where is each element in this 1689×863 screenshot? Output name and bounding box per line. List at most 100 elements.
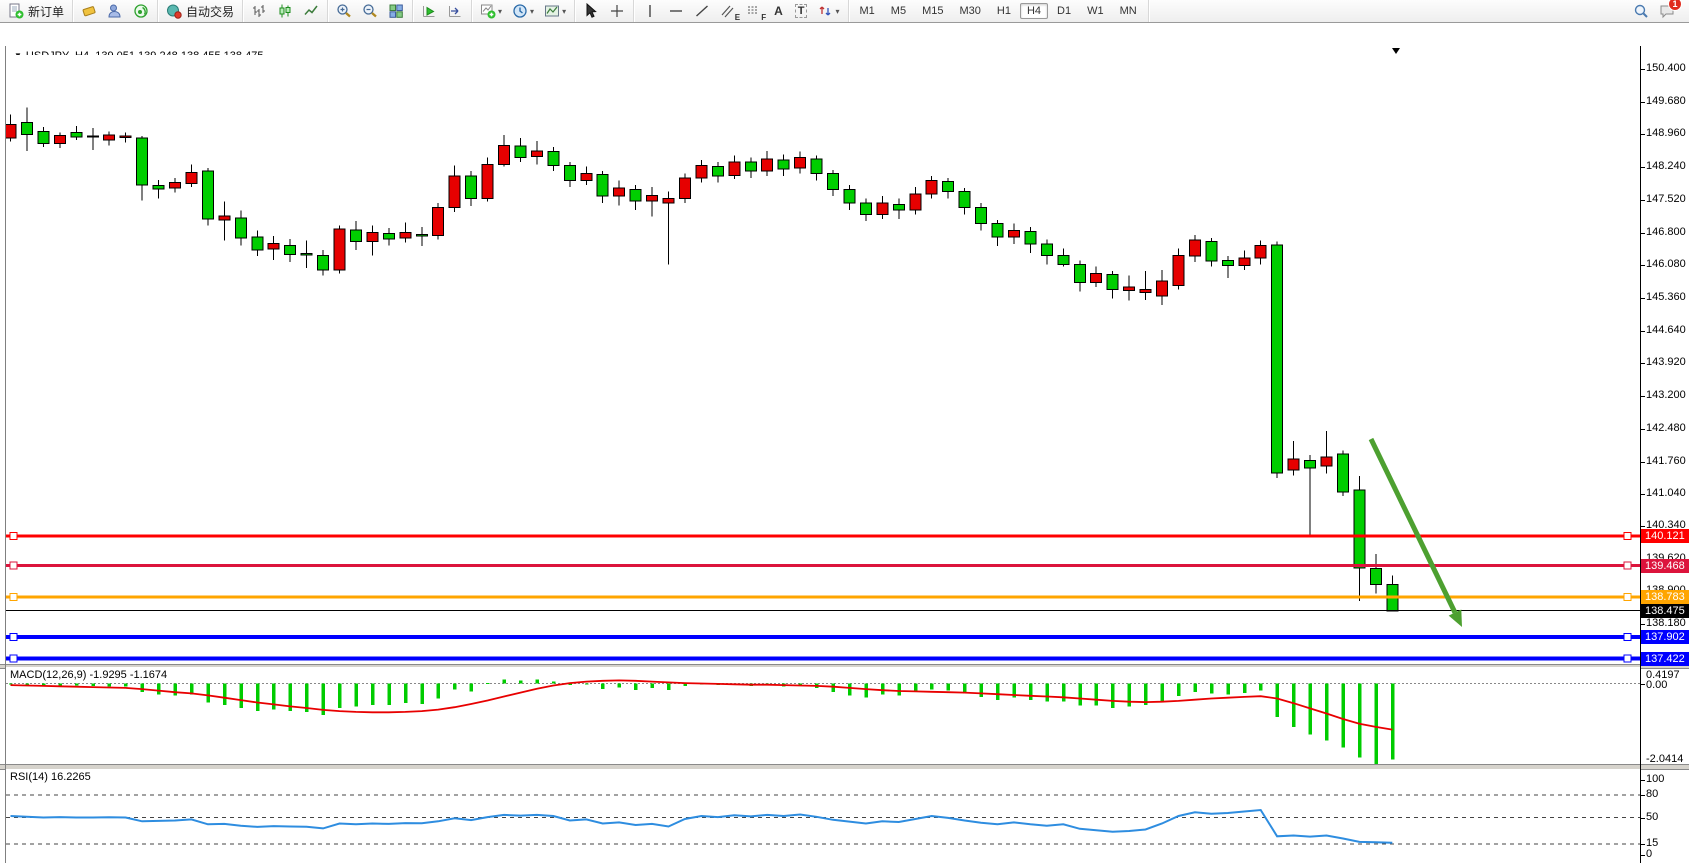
new-order-button-label: 新订单: [28, 3, 64, 20]
cursor-icon: [583, 3, 599, 19]
timeframe-h4[interactable]: H4: [1020, 3, 1048, 19]
price-tick-label: 146.800: [1646, 226, 1686, 238]
price-tick-label: 146.080: [1646, 258, 1686, 270]
indicators-button[interactable]: ▾: [476, 0, 506, 22]
autoscroll-button[interactable]: [417, 0, 441, 22]
price-axis-border: [1640, 46, 1641, 863]
macd-scale-label: -2.0414: [1646, 753, 1683, 765]
label-button[interactable]: T: [791, 0, 812, 22]
zoom-in-icon: [336, 3, 352, 19]
timeframe-m1[interactable]: M1: [853, 3, 882, 19]
hline-icon: [668, 3, 684, 19]
toolbar-group: 自动交易: [158, 0, 243, 22]
timeframe-w1[interactable]: W1: [1080, 3, 1111, 19]
bar-chart-icon: [251, 3, 267, 19]
price-tick-label: 147.520: [1646, 193, 1686, 205]
zoom-out-button[interactable]: [358, 0, 382, 22]
chart-shift-button[interactable]: [443, 0, 467, 22]
timeframe-d1[interactable]: D1: [1050, 3, 1078, 19]
price-tick-label: 150.400: [1646, 62, 1686, 74]
price-tick-label: 149.680: [1646, 95, 1686, 107]
macd-indicator-label: MACD(12,26,9) -1.9295 -1.1674: [10, 669, 167, 681]
autotrading-button[interactable]: 自动交易: [162, 0, 238, 22]
toolbar-right: 1: [1628, 0, 1689, 22]
trendline-icon: [694, 3, 710, 19]
vline-button[interactable]: [638, 0, 662, 22]
ticket-button[interactable]: [77, 0, 101, 22]
price-line-label: 138.783: [1641, 590, 1689, 604]
text-icon: A: [772, 4, 785, 18]
toolbar: 新订单 自动交易 ▾ ▾ ▾ EFAT ▾ M1M5M15M30H1H4D1W1MN 1: [0, 0, 1689, 23]
signal-button[interactable]: [129, 0, 153, 22]
timeframe-m15[interactable]: M15: [915, 3, 950, 19]
chart-shift-icon: [447, 3, 463, 19]
rsi-scale-label: 0: [1646, 848, 1652, 860]
price-tick-label: 148.960: [1646, 127, 1686, 139]
tile-windows-button[interactable]: [384, 0, 408, 22]
notifications-button[interactable]: 1: [1655, 0, 1679, 22]
macd-scale-label: 0.00: [1646, 679, 1667, 691]
indicators-icon: [480, 3, 496, 19]
text-button[interactable]: A: [768, 0, 789, 22]
toolbar-group: ▾ ▾ ▾: [472, 0, 575, 22]
toolbar-group: [575, 0, 634, 22]
zoom-in-button[interactable]: [332, 0, 356, 22]
templates-button[interactable]: ▾: [540, 0, 570, 22]
new-order-icon: [8, 3, 24, 19]
toolbar-group: EFAT ▾: [634, 0, 848, 22]
arrows-icon: [817, 3, 833, 19]
chevron-down-icon: ▾: [498, 7, 502, 16]
crosshair-button[interactable]: [605, 0, 629, 22]
timeframe-h1[interactable]: H1: [990, 3, 1018, 19]
price-tick-label: 143.920: [1646, 356, 1686, 368]
crosshair-icon: [609, 3, 625, 19]
price-tick-label: 142.480: [1646, 422, 1686, 434]
timeframe-mn[interactable]: MN: [1113, 3, 1144, 19]
arrows-button[interactable]: ▾: [813, 0, 843, 22]
chart-window[interactable]: ▼USDJPY-,H4 139.051 139.248 138.455 138.…: [0, 23, 1689, 857]
rsi-pane[interactable]: [6, 769, 1641, 863]
price-tick-label: 148.240: [1646, 160, 1686, 172]
new-order-button[interactable]: 新订单: [4, 0, 68, 22]
profile-icon: [107, 3, 123, 19]
price-line-label: 137.422: [1641, 652, 1689, 666]
price-tick-label: 144.640: [1646, 324, 1686, 336]
channel-icon: [720, 3, 736, 19]
autoscroll-icon: [421, 3, 437, 19]
cursor-button[interactable]: [579, 0, 603, 22]
trendline-button[interactable]: [690, 0, 714, 22]
periods-button[interactable]: ▾: [508, 0, 538, 22]
fibonacci-button[interactable]: F: [742, 0, 766, 22]
rsi-indicator-label: RSI(14) 16.2265: [10, 771, 91, 783]
vline-icon: [642, 3, 658, 19]
chevron-down-icon: ▾: [530, 7, 534, 16]
window-border-left: [5, 46, 6, 863]
candle-chart-button[interactable]: [273, 0, 297, 22]
mt4-window: 新订单 自动交易 ▾ ▾ ▾ EFAT ▾ M1M5M15M30H1H4D1W1MN 1 ▼U…: [0, 0, 1689, 863]
line-chart-button[interactable]: [299, 0, 323, 22]
price-tick-label: 145.360: [1646, 291, 1686, 303]
price-line-label: 138.475: [1641, 604, 1689, 618]
zoom-out-icon: [362, 3, 378, 19]
rsi-scale-label: 50: [1646, 811, 1658, 823]
autotrading-button-label: 自动交易: [186, 3, 234, 20]
price-tick-label: 138.180: [1646, 617, 1686, 629]
timeframe-m5[interactable]: M5: [884, 3, 913, 19]
line-chart-icon: [303, 3, 319, 19]
macd-pane[interactable]: [6, 667, 1641, 764]
search-button[interactable]: [1629, 0, 1653, 22]
channel-button[interactable]: E: [716, 0, 740, 22]
toolbar-group: [328, 0, 413, 22]
price-line-label: 140.121: [1641, 529, 1689, 543]
bar-chart-button[interactable]: [247, 0, 271, 22]
profile-button[interactable]: [103, 0, 127, 22]
toolbar-group: [413, 0, 472, 22]
hline-button[interactable]: [664, 0, 688, 22]
tile-windows-icon: [388, 3, 404, 19]
price-chart-pane[interactable]: [6, 55, 1641, 664]
autotrading-icon: [166, 3, 182, 19]
timeframe-m30[interactable]: M30: [952, 3, 987, 19]
periods-icon: [512, 3, 528, 19]
toolbar-group: [73, 0, 158, 22]
chevron-down-icon: ▾: [835, 7, 839, 16]
